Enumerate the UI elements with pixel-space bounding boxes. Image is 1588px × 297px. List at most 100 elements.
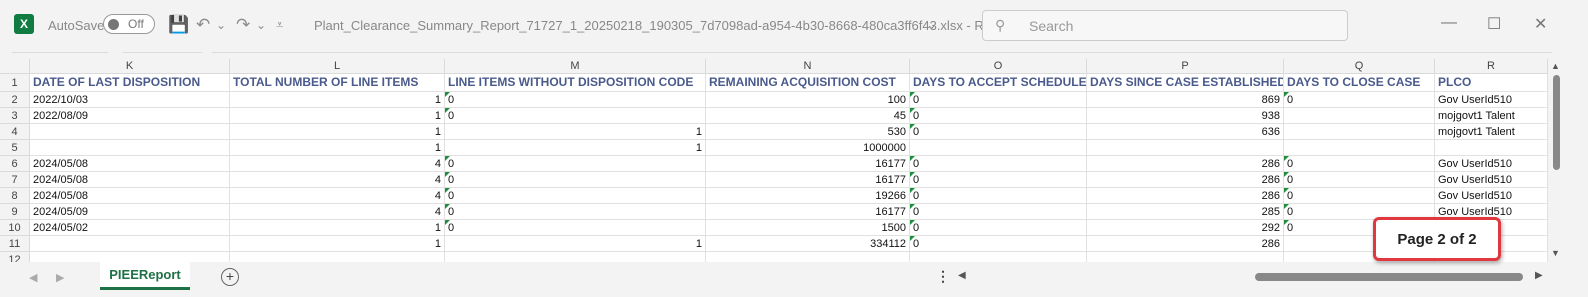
- column-header-q[interactable]: Q: [1284, 59, 1435, 74]
- table-cell[interactable]: 100: [706, 92, 910, 108]
- table-cell[interactable]: [1284, 140, 1435, 156]
- table-cell[interactable]: 0: [445, 92, 706, 108]
- row-header-4[interactable]: 4: [0, 124, 30, 140]
- close-icon[interactable]: ✕: [1534, 14, 1547, 34]
- table-cell[interactable]: 4: [230, 188, 445, 204]
- customize-toolbar-icon[interactable]: ⩡: [276, 14, 283, 36]
- table-cell[interactable]: [1284, 108, 1435, 124]
- table-cell[interactable]: 1: [230, 108, 445, 124]
- table-cell[interactable]: 16177: [706, 172, 910, 188]
- table-cell[interactable]: 285: [1087, 204, 1284, 220]
- row-header-7[interactable]: 7: [0, 172, 30, 188]
- row-header-8[interactable]: 8: [0, 188, 30, 204]
- table-cell[interactable]: [910, 140, 1087, 156]
- table-cell[interactable]: Gov UserId510: [1435, 92, 1548, 108]
- table-cell[interactable]: 0: [445, 204, 706, 220]
- table-cell[interactable]: 4: [230, 172, 445, 188]
- save-icon[interactable]: 💾: [168, 14, 189, 36]
- table-cell[interactable]: 0: [910, 188, 1087, 204]
- column-header-p[interactable]: P: [1087, 59, 1284, 74]
- table-cell[interactable]: 0: [1284, 156, 1435, 172]
- table-cell[interactable]: 0: [910, 220, 1087, 236]
- redo-icon[interactable]: ↷: [236, 14, 250, 36]
- table-cell[interactable]: 0: [910, 236, 1087, 252]
- table-cell[interactable]: Gov UserId510: [1435, 172, 1548, 188]
- table-cell[interactable]: 16177: [706, 156, 910, 172]
- table-cell[interactable]: 286: [1087, 172, 1284, 188]
- table-cell[interactable]: [1087, 252, 1284, 262]
- horizontal-scroll-thumb[interactable]: [1255, 273, 1523, 281]
- table-cell[interactable]: 0: [910, 204, 1087, 220]
- spreadsheet-grid[interactable]: K L M N O P Q R 1 2 3 4 5 6 7 8 9 10 11 12 DATE OF LAST DISP…: [0, 59, 1560, 262]
- vertical-scroll-thumb[interactable]: [1553, 75, 1560, 170]
- table-cell[interactable]: 1: [230, 220, 445, 236]
- table-cell[interactable]: [30, 252, 230, 262]
- table-cell[interactable]: 1: [445, 236, 706, 252]
- table-cell[interactable]: 0: [1284, 188, 1435, 204]
- maximize-icon[interactable]: ☐: [1487, 14, 1501, 34]
- table-cell[interactable]: 2024/05/09: [30, 204, 230, 220]
- table-cell[interactable]: 1: [445, 124, 706, 140]
- table-cell[interactable]: 1: [230, 92, 445, 108]
- table-cell[interactable]: [1087, 140, 1284, 156]
- row-header-12[interactable]: 12: [0, 252, 30, 262]
- table-cell[interactable]: 530: [706, 124, 910, 140]
- row-header-2[interactable]: 2: [0, 92, 30, 108]
- table-cell[interactable]: [230, 252, 445, 262]
- table-cell[interactable]: 869: [1087, 92, 1284, 108]
- row-header-5[interactable]: 5: [0, 140, 30, 156]
- table-cell[interactable]: 0: [445, 220, 706, 236]
- table-cell[interactable]: 286: [1087, 156, 1284, 172]
- table-cell[interactable]: 938: [1087, 108, 1284, 124]
- table-cell[interactable]: 0: [445, 108, 706, 124]
- table-cell[interactable]: 1: [230, 236, 445, 252]
- column-header-o[interactable]: O: [910, 59, 1087, 74]
- column-header-k[interactable]: K: [30, 59, 230, 74]
- row-header-6[interactable]: 6: [0, 156, 30, 172]
- table-cell[interactable]: 0: [910, 156, 1087, 172]
- table-cell[interactable]: 0: [910, 92, 1087, 108]
- table-cell[interactable]: 334112: [706, 236, 910, 252]
- row-header-11[interactable]: 11: [0, 236, 30, 252]
- header-cell[interactable]: DAYS TO ACCEPT SCHEDULE: [910, 74, 1087, 92]
- minimize-icon[interactable]: —: [1441, 14, 1457, 32]
- table-cell[interactable]: [706, 252, 910, 262]
- column-header-r[interactable]: R: [1435, 59, 1548, 74]
- table-cell[interactable]: 1500: [706, 220, 910, 236]
- table-cell[interactable]: 0: [445, 188, 706, 204]
- table-cell[interactable]: 1: [445, 140, 706, 156]
- title-dropdown-icon[interactable]: ⌄: [926, 14, 937, 36]
- more-options-icon[interactable]: ⋮: [936, 268, 950, 285]
- header-cell[interactable]: DAYS SINCE CASE ESTABLISHED: [1087, 74, 1284, 92]
- scroll-left-icon[interactable]: ◀: [958, 270, 966, 281]
- header-cell[interactable]: PLCO: [1435, 74, 1548, 92]
- table-cell[interactable]: 16177: [706, 204, 910, 220]
- header-cell[interactable]: TOTAL NUMBER OF LINE ITEMS: [230, 74, 445, 92]
- column-header-l[interactable]: L: [230, 59, 445, 74]
- row-header-3[interactable]: 3: [0, 108, 30, 124]
- table-cell[interactable]: Gov UserId510: [1435, 188, 1548, 204]
- row-header-10[interactable]: 10: [0, 220, 30, 236]
- column-header-m[interactable]: M: [445, 59, 706, 74]
- table-cell[interactable]: 292: [1087, 220, 1284, 236]
- table-cell[interactable]: 0: [910, 108, 1087, 124]
- table-cell[interactable]: 0: [1284, 172, 1435, 188]
- table-cell[interactable]: 4: [230, 204, 445, 220]
- table-cell[interactable]: 0: [445, 156, 706, 172]
- table-cell[interactable]: 2022/10/03: [30, 92, 230, 108]
- select-all-corner[interactable]: [0, 59, 30, 74]
- table-cell[interactable]: [1284, 124, 1435, 140]
- table-cell[interactable]: 2024/05/08: [30, 172, 230, 188]
- scroll-right-icon[interactable]: ▶: [1535, 270, 1543, 281]
- prev-sheet-icon[interactable]: ◀: [29, 271, 37, 284]
- add-sheet-icon[interactable]: +: [221, 268, 239, 286]
- table-cell[interactable]: [30, 140, 230, 156]
- table-cell[interactable]: 19266: [706, 188, 910, 204]
- header-cell[interactable]: LINE ITEMS WITHOUT DISPOSITION CODE: [445, 74, 706, 92]
- table-cell[interactable]: 1: [230, 124, 445, 140]
- table-cell[interactable]: [1435, 140, 1548, 156]
- table-cell[interactable]: mojgovt1 Talent: [1435, 108, 1548, 124]
- header-cell[interactable]: REMAINING ACQUISITION COST: [706, 74, 910, 92]
- row-header-9[interactable]: 9: [0, 204, 30, 220]
- table-cell[interactable]: [445, 252, 706, 262]
